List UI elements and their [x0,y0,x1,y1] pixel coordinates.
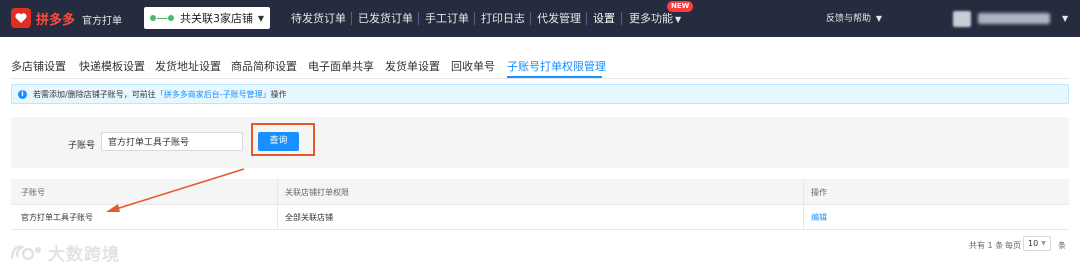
pagination-per-page-label: 每页 [1005,241,1021,250]
tabs-divider [11,78,1069,79]
caret-down-icon: ▼ [675,15,682,24]
nav-dropship-management[interactable]: 代发管理 [537,0,581,37]
shop-link-icon [150,15,174,21]
brand-logo[interactable]: 拼多多 [11,8,75,28]
shop-selector-label: 共关联3家店铺 [180,12,253,25]
pagination-total-count: 1 [987,241,993,250]
nav-more-features-label: 更多功能 [629,12,673,25]
nav-divider [530,12,531,25]
row-sub-account: 官方打单工具子账号 [21,213,93,222]
shop-selector[interactable]: 共关联3家店铺 ▼ [144,7,270,29]
pinduoduo-logo-icon [11,8,31,28]
product-name: 官方打单 [82,16,122,27]
nav-pending-orders[interactable]: 待发货订单 [291,0,346,37]
pagination-total: 共有 1 条 [969,240,1003,251]
tab-sub-account-print-permission[interactable]: 子账号打单权限管理 [507,58,606,74]
nav-print-log[interactable]: 打印日志 [481,0,525,37]
tab-express-template-settings[interactable]: 快递模板设置 [79,58,145,74]
top-navigation-bar: 拼多多 官方打单 共关联3家店铺 ▼ 待发货订单 已发货订单 手工订单 打印日志… [0,0,1080,37]
pagination-total-prefix: 共有 [969,241,985,250]
page-size-select[interactable]: 10 ▼ [1023,236,1051,251]
nav-shipped-orders[interactable]: 已发货订单 [358,0,413,37]
info-alert: i 若需添加/删除店铺子账号，可前往 「拼多多商家后台-子账号管理」 操作 [11,84,1069,104]
alert-text-suffix: 操作 [270,89,287,99]
nav-divider [351,12,352,25]
nav-manual-orders[interactable]: 手工订单 [425,0,469,37]
alert-text-prefix: 若需添加/删除店铺子账号，可前往 [33,89,156,99]
nav-divider [586,12,587,25]
table-row [11,205,1069,230]
tab-product-abbreviation-settings[interactable]: 商品简称设置 [231,58,297,74]
watermark-text: 大数跨境 [48,245,120,265]
pagination-total-suffix: 条 [995,241,1004,250]
sub-account-management-link[interactable]: 「拼多多商家后台-子账号管理」 [156,89,271,100]
active-tab-indicator [507,76,602,78]
watermark: 大数跨境 [8,240,120,265]
table-header [11,179,1069,205]
tab-shipping-address-settings[interactable]: 发货地址设置 [155,58,221,74]
column-header-actions: 操作 [811,188,827,197]
brand-name: 拼多多 [36,12,76,28]
nav-divider [418,12,419,25]
page-size-value: 10 [1028,239,1039,248]
chevron-down-icon: ▼ [1041,240,1046,247]
watermark-logo-icon [10,244,41,260]
tab-recycle-tracking-number[interactable]: 回收单号 [451,58,495,74]
user-avatar[interactable] [953,11,971,27]
user-name-redacted[interactable] [978,13,1050,24]
edit-link[interactable]: 编辑 [811,212,827,223]
nav-divider [621,12,622,25]
tab-multi-shop-settings[interactable]: 多店铺设置 [11,58,66,74]
feedback-help-menu[interactable]: 反馈与帮助 ▼ [826,0,882,37]
new-badge: NEW [667,1,694,12]
column-header-sub-account: 子账号 [21,188,45,197]
page-size-suffix: 条 [1058,241,1066,250]
sub-account-field-label: 子账号 [68,141,96,151]
tab-invoice-settings[interactable]: 发货单设置 [385,58,440,74]
caret-down-icon[interactable]: ▼ [1062,14,1068,23]
feedback-help-label: 反馈与帮助 [826,14,872,24]
column-header-shop-permission: 关联店铺打单权限 [285,188,349,197]
nav-settings[interactable]: 设置 [593,0,615,37]
chevron-down-icon: ▼ [257,13,264,23]
info-icon: i [18,89,27,99]
row-shop-permission: 全部关联店铺 [285,213,333,222]
sub-account-search-input[interactable] [101,132,243,151]
caret-down-icon: ▼ [875,14,883,23]
nav-divider [474,12,475,25]
tab-e-waybill-sharing[interactable]: 电子面单共享 [308,58,374,74]
query-button[interactable]: 查询 [258,132,299,151]
